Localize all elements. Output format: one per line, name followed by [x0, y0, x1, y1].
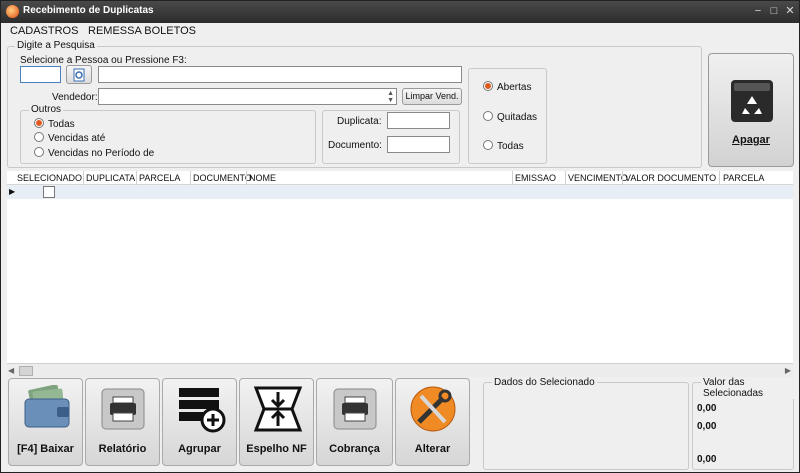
radio-vencidas-periodo[interactable] — [34, 147, 44, 157]
col-vencimento[interactable]: VENCIMENTO — [568, 173, 628, 183]
espelho-nf-button[interactable]: Espelho NF — [239, 378, 314, 466]
espelho-nf-label: Espelho NF — [246, 443, 307, 455]
main-window: Recebimento de Duplicatas − □ ✕ CADASTRO… — [0, 0, 800, 473]
printer-icon — [101, 388, 145, 430]
documento-input[interactable] — [387, 136, 450, 153]
compress-arrows-icon — [253, 386, 303, 432]
radio-status-todas-label: Todas — [497, 141, 524, 152]
valor-3: 0,00 — [697, 454, 717, 465]
valor-selecionadas-title: Valor das Selecionadas — [701, 377, 799, 399]
baixar-button[interactable]: [F4] Baixar — [8, 378, 83, 466]
col-nome[interactable]: NOME — [249, 173, 276, 183]
scroll-thumb[interactable] — [19, 366, 33, 376]
col-valor-documento[interactable]: VALOR DOCUMENTO — [625, 173, 716, 183]
window-title: Recebimento de Duplicatas — [23, 5, 154, 16]
tools-icon — [410, 386, 456, 432]
person-code-input[interactable] — [20, 66, 61, 83]
cobranca-label: Cobrança — [329, 443, 380, 455]
wallet-money-icon — [24, 385, 70, 428]
scroll-right-icon[interactable]: ▶ — [785, 366, 791, 375]
menu-bar: CADASTROS REMESSA BOLETOS — [1, 23, 799, 40]
radio-todas-label: Todas — [48, 119, 75, 130]
person-name-input[interactable] — [98, 66, 462, 83]
app-flame-icon — [6, 5, 19, 18]
cobranca-button[interactable]: Cobrança — [316, 378, 393, 466]
documento-label: Documento: — [328, 140, 382, 151]
spinner-icon[interactable]: ▲ ▼ — [387, 90, 394, 104]
agrupar-button[interactable]: Agrupar — [162, 378, 237, 466]
grid-header: SELECIONADO DUPLICATA PARCELA DOCUMENTO … — [7, 171, 793, 185]
stack-add-icon — [179, 388, 226, 433]
printer-icon — [333, 388, 377, 430]
radio-quitadas[interactable] — [483, 111, 493, 121]
relatorio-button[interactable]: Relatório — [85, 378, 160, 466]
radio-todas[interactable] — [34, 118, 44, 128]
search-group-title: Digite a Pesquisa — [15, 40, 97, 51]
row-select-checkbox[interactable] — [43, 186, 55, 198]
alterar-button[interactable]: Alterar — [395, 378, 470, 466]
dados-selecionado-title: Dados do Selecionado — [492, 377, 597, 388]
valor-2: 0,00 — [697, 421, 717, 432]
radio-vencidas-periodo-label: Vencidas no Período de — [48, 148, 155, 159]
radio-vencidas-ate[interactable] — [34, 132, 44, 142]
row-indicator-icon: ▶ — [9, 187, 16, 196]
dados-selecionado-panel — [483, 382, 689, 470]
col-duplicata[interactable]: DUPLICATA — [86, 173, 135, 183]
col-parcela-2[interactable]: PARCELA — [723, 173, 764, 183]
menu-remessa-boletos[interactable]: REMESSA BOLETOS — [88, 25, 196, 37]
relatorio-label: Relatório — [98, 443, 147, 455]
col-parcela[interactable]: PARCELA — [139, 173, 180, 183]
col-emissao[interactable]: EMISSAO — [515, 173, 556, 183]
apagar-label: Apagar — [732, 134, 770, 146]
scroll-left-icon[interactable]: ◀ — [8, 366, 14, 375]
grid-body[interactable]: ▶ — [7, 185, 793, 363]
duplicata-input[interactable] — [387, 112, 450, 129]
clear-vendor-button[interactable]: Limpar Vend. — [402, 88, 462, 105]
recycle-bin-icon — [731, 80, 773, 122]
radio-abertas-label: Abertas — [497, 82, 532, 93]
valor-1: 0,00 — [697, 403, 717, 414]
maximize-button[interactable]: □ — [767, 4, 781, 18]
agrupar-label: Agrupar — [178, 443, 221, 455]
minimize-button[interactable]: − — [751, 4, 765, 18]
menu-cadastros[interactable]: CADASTROS — [10, 25, 78, 37]
col-documento[interactable]: DOCUMENTO — [193, 173, 252, 183]
close-button[interactable]: ✕ — [783, 4, 797, 18]
title-bar[interactable]: Recebimento de Duplicatas − □ ✕ — [1, 1, 799, 23]
col-selecionado[interactable]: SELECIONADO — [17, 173, 82, 183]
person-search-button[interactable] — [66, 65, 92, 84]
radio-status-todas[interactable] — [483, 140, 493, 150]
apagar-button[interactable]: Apagar — [708, 53, 794, 167]
person-label: Selecione a Pessoa ou Pressione F3: — [20, 55, 187, 66]
outros-title: Outros — [29, 104, 64, 115]
radio-vencidas-ate-label: Vencidas até — [48, 133, 106, 144]
radio-abertas[interactable] — [483, 81, 493, 91]
baixar-label: [F4] Baixar — [17, 443, 74, 455]
horizontal-scrollbar[interactable]: ◀ ▶ — [7, 363, 793, 377]
vendor-label: Vendedor: — [52, 92, 98, 103]
radio-quitadas-label: Quitadas — [497, 112, 538, 123]
table-row[interactable]: ▶ — [7, 185, 793, 199]
duplicata-label: Duplicata: — [337, 116, 382, 127]
vendor-select[interactable]: ▲ ▼ — [98, 88, 397, 105]
search-document-icon — [73, 68, 85, 82]
alterar-label: Alterar — [414, 443, 451, 455]
